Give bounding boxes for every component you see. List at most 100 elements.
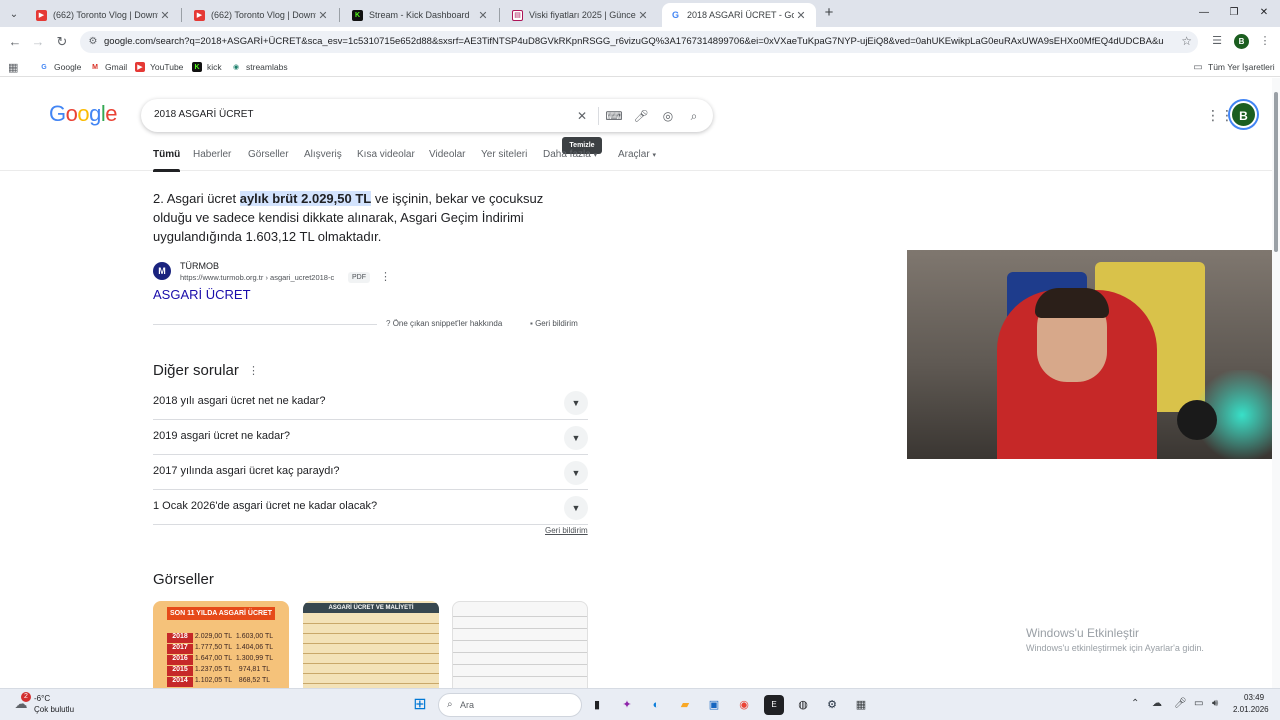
browser-tab[interactable]: K Stream - Kick Dashboard ✕ bbox=[344, 3, 498, 27]
scrollbar-thumb[interactable] bbox=[1274, 92, 1278, 252]
microphone-icon[interactable]: 🎤︎ bbox=[1174, 698, 1187, 709]
browser-tab[interactable]: ▤ Viski fiyatları 2025 | Güncel ✕ bbox=[504, 3, 658, 27]
more-options-icon[interactable]: ⋮ bbox=[380, 270, 391, 283]
bookmark-youtube[interactable]: ▶ YouTube bbox=[135, 60, 183, 74]
image-result[interactable]: ASGARİ ÜCRET VE MALİYETİ bbox=[303, 601, 439, 689]
google-logo[interactable]: Google bbox=[49, 101, 118, 127]
site-info-icon[interactable]: ⚙ bbox=[86, 34, 100, 50]
account-avatar[interactable]: B bbox=[1230, 101, 1257, 128]
image-caption: SON 11 YILDA ASGARİ ÜCRET bbox=[167, 607, 275, 620]
chevron-down-icon[interactable]: ▼ bbox=[564, 496, 588, 520]
copilot-icon[interactable]: ✦ bbox=[617, 695, 637, 715]
google-apps-icon[interactable]: ⋮⋮ bbox=[1206, 107, 1234, 123]
chevron-down-icon[interactable]: ▼ bbox=[564, 461, 588, 485]
tab-close-icon[interactable]: ✕ bbox=[316, 9, 330, 22]
taskbar-search[interactable]: ⌕ Ara bbox=[438, 693, 582, 717]
tab-all[interactable]: Tümü bbox=[153, 149, 181, 172]
tab-tools[interactable]: Araçlar ▾ bbox=[618, 149, 656, 160]
source-url[interactable]: https://www.turmob.org.tr › asgari_ucret… bbox=[180, 273, 334, 282]
browser-tab[interactable]: ▶ (662) Toronto Vlog | Downtown ✕ bbox=[28, 3, 180, 27]
people-also-ask-title: Diğer sorular bbox=[153, 362, 239, 379]
keyboard-icon[interactable]: ⌨ bbox=[605, 107, 623, 125]
tab-more[interactable]: Daha fazla ▾ bbox=[543, 149, 597, 160]
tab-close-icon[interactable]: ✕ bbox=[794, 9, 808, 22]
weather-description[interactable]: Çok bulutlu bbox=[34, 705, 74, 714]
tab-videos[interactable]: Videolar bbox=[429, 149, 466, 160]
browser-profile-avatar[interactable]: B bbox=[1234, 34, 1249, 49]
close-window-icon[interactable]: ✕ bbox=[1254, 4, 1274, 22]
task-view-icon[interactable]: ▮ bbox=[587, 695, 607, 715]
tray-overflow-icon[interactable]: ⌃ bbox=[1131, 698, 1139, 709]
youtube-icon: ▶ bbox=[135, 62, 145, 72]
steam-icon[interactable]: ⚙ bbox=[822, 695, 842, 715]
obs-icon[interactable]: ◍ bbox=[793, 695, 813, 715]
about-snippets-button[interactable]: ? Öne çıkan snippet'ler hakkında bbox=[386, 319, 502, 328]
address-bar[interactable]: ⚙ google.com/search?q=2018+ASGARİ+ÜCRET&… bbox=[80, 31, 1198, 53]
chevron-down-icon[interactable]: ▼ bbox=[564, 391, 588, 415]
image-caption: ASGARİ ÜCRET VE MALİYETİ bbox=[303, 603, 439, 613]
clock-date[interactable]: 2.01.2026 bbox=[1233, 705, 1269, 714]
bookmark-kick[interactable]: K kick bbox=[192, 60, 222, 74]
file-explorer-icon[interactable]: ▰ bbox=[675, 695, 695, 715]
clear-icon[interactable]: ✕ bbox=[573, 107, 591, 125]
windows-start-icon[interactable]: ⊞ bbox=[410, 695, 430, 715]
all-bookmarks-button[interactable]: ▭ Tüm Yer İşaretleri bbox=[1193, 60, 1274, 74]
apps-grid-icon[interactable]: ▦ bbox=[8, 60, 18, 74]
browser-tab-active[interactable]: G 2018 ASGARİ ÜCRET - Google'da ✕ bbox=[662, 3, 816, 27]
source-name[interactable]: TÜRMOB bbox=[180, 261, 219, 271]
tab-close-icon[interactable]: ✕ bbox=[476, 9, 490, 22]
minimize-icon[interactable]: — bbox=[1194, 4, 1214, 22]
paa-feedback-link[interactable]: Geri bildirim bbox=[545, 526, 588, 535]
url-text[interactable]: google.com/search?q=2018+ASGARİ+ÜCRET&sc… bbox=[104, 36, 1164, 47]
bookmark-streamlabs[interactable]: ◉ streamlabs bbox=[231, 60, 288, 74]
tab-places[interactable]: Yer siteleri bbox=[481, 149, 527, 160]
back-button[interactable]: ← bbox=[6, 33, 24, 51]
network-icon[interactable]: ▭ bbox=[1194, 698, 1203, 709]
snippet-feedback-button[interactable]: ▪ Geri bildirim bbox=[530, 319, 578, 328]
volume-icon[interactable]: 🔊︎ bbox=[1212, 698, 1218, 709]
search-box[interactable]: 2018 ASGARİ ÜCRET ✕ ⌨ 🎤︎ ◎ ⌕ bbox=[141, 99, 713, 132]
microphone-icon[interactable]: 🎤︎ bbox=[632, 107, 650, 125]
source-favicon[interactable]: M bbox=[153, 262, 171, 280]
reading-list-icon[interactable]: ☰ bbox=[1210, 34, 1224, 50]
tab-images[interactable]: Görseller bbox=[248, 149, 289, 160]
paa-more-icon[interactable]: ⋮ bbox=[248, 364, 259, 377]
result-title-link[interactable]: ASGARİ ÜCRET bbox=[153, 287, 251, 302]
calculator-icon[interactable]: ▦ bbox=[851, 695, 871, 715]
image-cell: 1.300,99 TL bbox=[235, 655, 274, 662]
tab-close-icon[interactable]: ✕ bbox=[158, 9, 172, 22]
image-cell: 2016 bbox=[167, 655, 193, 665]
tab-search-icon[interactable]: ⌄ bbox=[4, 5, 24, 23]
edge-icon[interactable]: ◐ bbox=[646, 695, 666, 715]
store-icon[interactable]: ▣ bbox=[704, 695, 724, 715]
epic-games-icon[interactable]: E bbox=[764, 695, 784, 715]
cloud-icon[interactable]: ☁ bbox=[1152, 698, 1162, 709]
paa-question[interactable]: 2019 asgari ücret ne kadar? ▼ bbox=[153, 420, 588, 455]
tab-short-videos[interactable]: Kısa videolar bbox=[357, 149, 415, 160]
image-result[interactable]: SON 11 YILDA ASGARİ ÜCRET 2018 2.029,00 T… bbox=[153, 601, 289, 689]
image-result[interactable] bbox=[452, 601, 588, 689]
new-tab-button[interactable]: + bbox=[820, 4, 838, 22]
bookmark-star-icon[interactable]: ☆ bbox=[1181, 34, 1192, 48]
lens-camera-icon[interactable]: ◎ bbox=[659, 107, 677, 125]
paa-question[interactable]: 2018 yılı asgari ücret net ne kadar? ▼ bbox=[153, 385, 588, 420]
paa-question[interactable]: 2017 yılında asgari ücret kaç paraydı? ▼ bbox=[153, 455, 588, 490]
tab-news[interactable]: Haberler bbox=[193, 149, 231, 160]
reload-button[interactable]: ↻ bbox=[53, 33, 71, 51]
paa-question[interactable]: 1 Ocak 2026'de asgari ücret ne kadar ola… bbox=[153, 490, 588, 525]
chrome-icon[interactable]: ◉ bbox=[734, 695, 754, 715]
bookmark-gmail[interactable]: M Gmail bbox=[90, 60, 127, 74]
weather-temperature[interactable]: -6°C bbox=[34, 694, 50, 703]
tab-shopping[interactable]: Alışveriş bbox=[304, 149, 342, 160]
chevron-down-icon[interactable]: ▼ bbox=[564, 426, 588, 450]
browser-menu-icon[interactable]: ⋮ bbox=[1258, 34, 1272, 50]
forward-button[interactable]: → bbox=[29, 33, 47, 51]
restore-icon[interactable]: ❐ bbox=[1224, 4, 1244, 22]
search-icon[interactable]: ⌕ bbox=[685, 107, 703, 125]
browser-tab[interactable]: ▶ (662) Toronto Vlog | Downtown ✕ bbox=[186, 3, 338, 27]
image-line bbox=[303, 673, 439, 674]
tab-close-icon[interactable]: ✕ bbox=[636, 9, 650, 22]
clock-time[interactable]: 03:49 bbox=[1244, 693, 1264, 702]
bookmark-google[interactable]: G Google bbox=[39, 60, 81, 74]
search-input[interactable]: 2018 ASGARİ ÜCRET bbox=[154, 109, 253, 120]
